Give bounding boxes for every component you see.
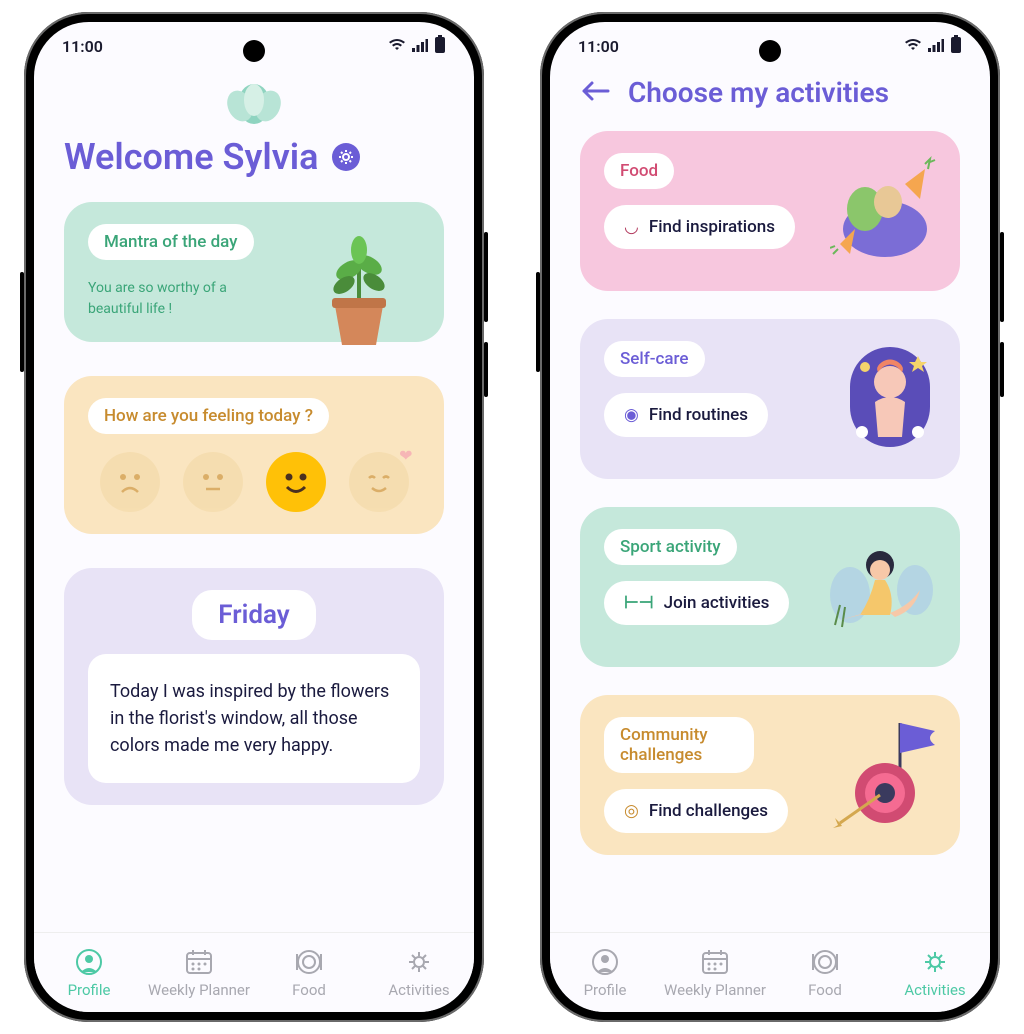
nav-profile[interactable]: Profile — [34, 933, 144, 1012]
sport-button-label: Join activities — [664, 593, 770, 613]
journal-card: Friday Today I was inspired by the flowe… — [64, 568, 444, 805]
nav-planner[interactable]: Weekly Planner — [660, 933, 770, 1012]
battery-icon — [434, 35, 446, 57]
selfcare-button-label: Find routines — [649, 405, 748, 425]
nav-profile-label: Profile — [584, 981, 627, 999]
sport-card[interactable]: Sport activity ⊢⊣ Join activities — [580, 507, 960, 667]
dumbbell-icon: ⊢⊣ — [624, 593, 654, 613]
selfcare-card[interactable]: Self-care ◉ Find routines — [580, 319, 960, 479]
lotus-logo-icon — [64, 70, 444, 124]
yoga-icon — [820, 535, 940, 639]
community-button[interactable]: ◎ Find challenges — [604, 789, 788, 833]
calendar-icon — [184, 947, 214, 977]
meditation-icon — [840, 337, 940, 461]
wifi-icon — [388, 37, 406, 56]
community-label: Community challenges — [604, 717, 754, 773]
heart-circle-icon: ◉ — [624, 405, 639, 425]
battery-icon — [950, 35, 962, 57]
heart-icon: ❤ — [399, 446, 412, 465]
page-title: Choose my activities — [628, 76, 889, 109]
nav-food-label: Food — [292, 981, 326, 999]
nav-food[interactable]: Food — [770, 933, 880, 1012]
bottom-nav: Profile Weekly Planner Food Activities — [550, 932, 990, 1012]
target-flag-icon — [830, 713, 940, 837]
sport-label: Sport activity — [604, 529, 737, 565]
nav-planner-label: Weekly Planner — [664, 981, 766, 999]
gear-icon — [338, 149, 354, 165]
vegetables-icon — [830, 154, 940, 268]
feeling-card: How are you feeling today ? ❤ — [64, 376, 444, 534]
nav-planner-label: Weekly Planner — [148, 981, 250, 999]
nav-activities[interactable]: Activities — [880, 933, 990, 1012]
mantra-label: Mantra of the day — [88, 224, 254, 260]
status-time: 11:00 — [62, 37, 103, 56]
selfcare-button[interactable]: ◉ Find routines — [604, 393, 768, 437]
food-button-label: Find inspirations — [649, 217, 775, 237]
mood-sad[interactable] — [100, 452, 160, 512]
sport-button[interactable]: ⊢⊣ Join activities — [604, 581, 789, 625]
target-small-icon: ◎ — [624, 801, 639, 821]
community-button-label: Find challenges — [649, 801, 768, 821]
mood-love[interactable]: ❤ — [349, 452, 409, 512]
phone-right: 11:00 Choose my activities — [540, 12, 1000, 1022]
profile-icon — [75, 947, 103, 977]
welcome-heading: Welcome Sylvia — [64, 136, 318, 178]
selfcare-label: Self-care — [604, 341, 705, 377]
nav-profile-label: Profile — [68, 981, 111, 999]
profile-icon — [591, 947, 619, 977]
day-label: Friday — [192, 590, 315, 640]
food-icon — [294, 947, 324, 977]
phone-left: 11:00 — [24, 12, 484, 1022]
calendar-icon — [700, 947, 730, 977]
food-card[interactable]: Food ◡ Find inspirations — [580, 131, 960, 291]
settings-button[interactable] — [332, 143, 360, 171]
bottom-nav: Profile Weekly Planner Food Activities — [34, 932, 474, 1012]
bowl-icon: ◡ — [624, 217, 639, 237]
feeling-label: How are you feeling today ? — [88, 398, 329, 434]
journal-text: Today I was inspired by the flowers in t… — [88, 654, 420, 783]
food-icon — [810, 947, 840, 977]
community-card[interactable]: Community challenges ◎ Find challenges — [580, 695, 960, 855]
activities-icon — [405, 947, 433, 977]
nav-profile[interactable]: Profile — [550, 933, 660, 1012]
nav-food[interactable]: Food — [254, 933, 364, 1012]
mood-happy[interactable] — [266, 452, 326, 512]
activities-icon — [921, 947, 949, 977]
mantra-card: Mantra of the day You are so worthy of a… — [64, 202, 444, 342]
wifi-icon — [904, 37, 922, 56]
nav-activities-label: Activities — [388, 981, 449, 999]
status-time: 11:00 — [578, 37, 619, 56]
signal-icon — [928, 37, 944, 56]
nav-food-label: Food — [808, 981, 842, 999]
mantra-text: You are so worthy of a beautiful life ! — [88, 278, 258, 320]
food-label: Food — [604, 153, 674, 189]
food-button[interactable]: ◡ Find inspirations — [604, 205, 795, 249]
nav-planner[interactable]: Weekly Planner — [144, 933, 254, 1012]
mood-neutral[interactable] — [183, 452, 243, 512]
plant-icon — [314, 230, 404, 354]
arrow-left-icon — [580, 80, 610, 102]
nav-activities-label: Activities — [904, 981, 965, 999]
nav-activities[interactable]: Activities — [364, 933, 474, 1012]
signal-icon — [412, 37, 428, 56]
back-button[interactable] — [580, 76, 610, 109]
